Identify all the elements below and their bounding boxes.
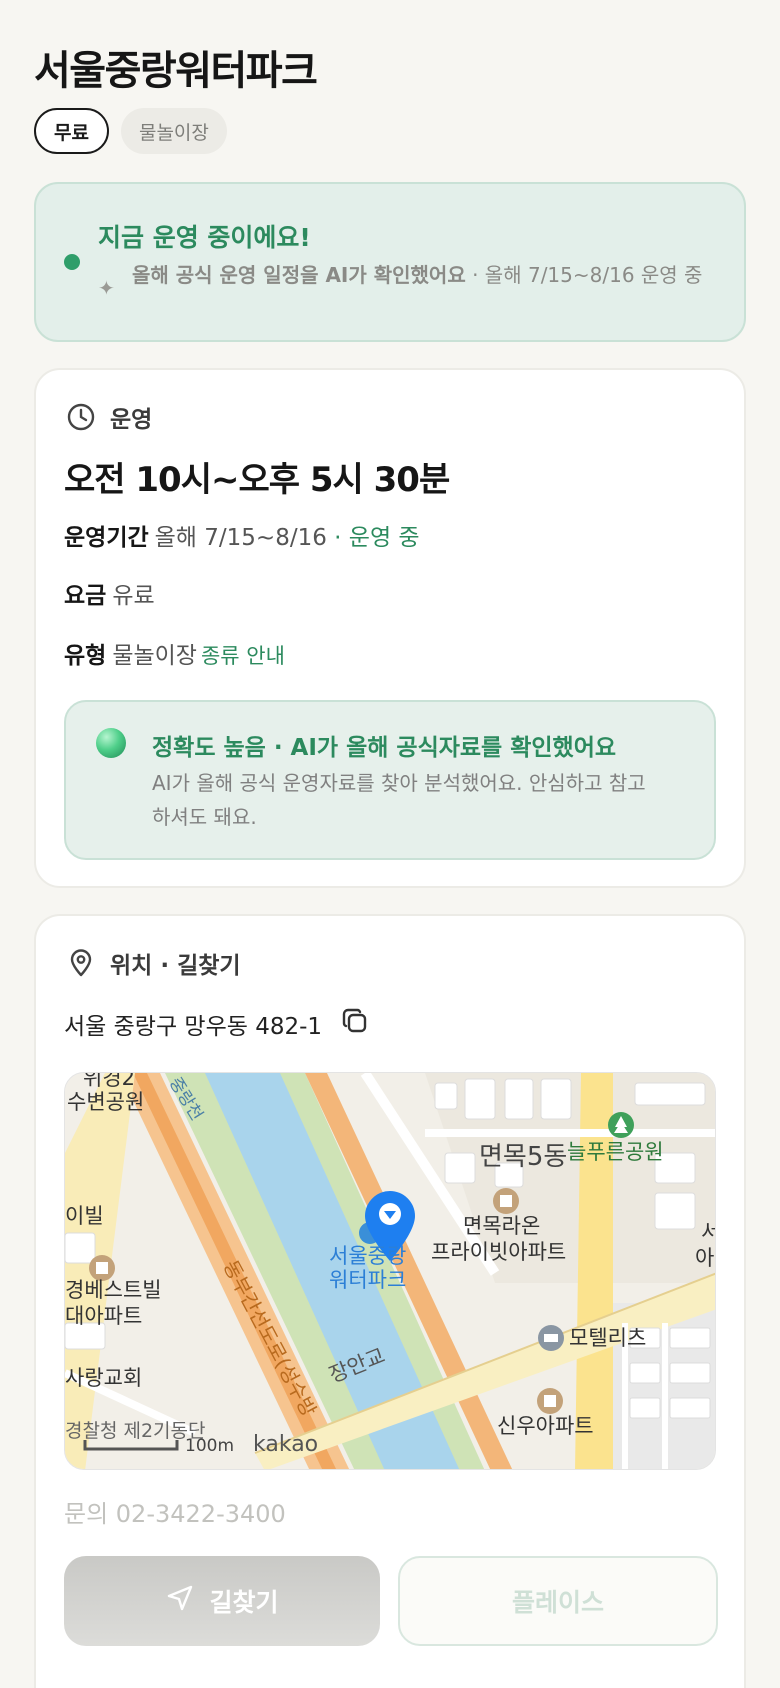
sparkle-icon: ✦ bbox=[98, 276, 115, 300]
location-section-header: 위치 · 길찾기 bbox=[66, 946, 241, 980]
map-canvas[interactable]: 위경2 수변공원 중랑천 면목5동 늘푸른공원 면목라온 프라이빗아파트 서울중… bbox=[65, 1073, 716, 1470]
fee-row: 요금 유료 bbox=[64, 576, 155, 610]
map-label-apt2: 신우아파트 bbox=[497, 1414, 594, 1438]
period-label: 운영기간 bbox=[64, 525, 149, 551]
page-title: 서울중랑워터파크 bbox=[34, 48, 318, 94]
clock-icon bbox=[66, 402, 96, 432]
status-desc-bold: 올해 공식 운영 일정을 AI가 확인했어요 bbox=[132, 263, 466, 287]
phone-number[interactable]: 문의 02-3422-3400 bbox=[64, 1494, 286, 1529]
map-view[interactable]: 위경2 수변공원 중랑천 면목5동 늘푸른공원 면목라온 프라이빗아파트 서울중… bbox=[64, 1072, 716, 1470]
map-label-edge-b: 아 bbox=[695, 1246, 714, 1270]
fee-label: 요금 bbox=[64, 583, 107, 609]
map-pin-icon bbox=[66, 948, 96, 978]
map-label-park-top-left2: 수변공원 bbox=[67, 1090, 144, 1114]
map-label-pin-a: 서울중랑 bbox=[329, 1244, 406, 1268]
motel-icon bbox=[538, 1325, 564, 1351]
status-description: 올해 공식 운영 일정을 AI가 확인했어요 · 올해 7/15~8/16 운영… bbox=[132, 260, 722, 290]
hours-section-header: 운영 bbox=[66, 400, 152, 434]
map-label-left2: 경베스트빌 bbox=[65, 1278, 162, 1302]
hours-section-label: 운영 bbox=[110, 407, 153, 433]
map-brand-logo: kakao bbox=[253, 1432, 318, 1457]
map-label-left1: 이빌 bbox=[65, 1204, 104, 1228]
period-row: 운영기간 올해 7/15~8/16 · 운영 중 bbox=[64, 518, 420, 552]
navigate-button[interactable]: 길찾기 bbox=[64, 1556, 380, 1646]
place-button-label: 플레이스 bbox=[511, 1588, 604, 1617]
map-label-apt1-a: 면목라온 bbox=[463, 1214, 540, 1238]
apartment-icon-3 bbox=[537, 1388, 563, 1414]
address-text: 서울 중랑구 망우동 482-1 bbox=[64, 1014, 323, 1040]
apartment-icon-1 bbox=[493, 1188, 519, 1214]
fee-value: 유료 bbox=[112, 583, 155, 609]
status-card: 지금 운영 중이에요! ✦ 올해 공식 운영 일정을 AI가 확인했어요 · 올… bbox=[34, 182, 746, 342]
chip-free[interactable]: 무료 bbox=[34, 108, 109, 154]
map-label-left4: 사랑교회 bbox=[65, 1366, 142, 1390]
navigate-button-label: 길찾기 bbox=[209, 1588, 279, 1617]
map-label-apt1-b: 프라이빗아파트 bbox=[431, 1240, 566, 1264]
place-detail-page: 서울중랑워터파크 무료 물놀이장 지금 운영 중이에요! ✦ 올해 공식 운영 … bbox=[0, 0, 780, 1688]
map-label-park-top-left: 위경2 bbox=[83, 1073, 135, 1090]
map-label-edge-a: 서 bbox=[701, 1220, 716, 1244]
opening-hours: 오전 10시~오후 5시 30분 bbox=[64, 460, 450, 500]
map-label-area: 면목5동 bbox=[479, 1142, 567, 1172]
accuracy-title: 정확도 높음 · AI가 올해 공식자료를 확인했어요 bbox=[152, 735, 617, 761]
location-section-label: 위치 · 길찾기 bbox=[110, 953, 241, 979]
copy-icon[interactable] bbox=[340, 1006, 370, 1042]
hours-card: 운영 오전 10시~오후 5시 30분 운영기간 올해 7/15~8/16 · 운… bbox=[34, 368, 746, 888]
map-label-park-right: 늘푸른공원 bbox=[567, 1140, 664, 1164]
place-button[interactable]: 플레이스 bbox=[398, 1556, 718, 1646]
chip-water-play[interactable]: 물놀이장 bbox=[120, 108, 227, 154]
status-title: 지금 운영 중이에요! bbox=[98, 223, 311, 252]
type-label: 유형 bbox=[64, 643, 107, 669]
accuracy-box: 정확도 높음 · AI가 올해 공식자료를 확인했어요 AI가 올해 공식 운영… bbox=[64, 700, 716, 860]
map-scale-label: 100m bbox=[185, 1436, 234, 1456]
map-label-pin-b: 워터파크 bbox=[329, 1268, 406, 1292]
map-label-left3: 대아파트 bbox=[65, 1304, 142, 1328]
accuracy-description: AI가 올해 공식 운영자료를 찾아 분석했어요. 안심하고 참고하셔도 돼요. bbox=[152, 771, 646, 829]
type-row: 유형 물놀이장 종류 안내 bbox=[64, 636, 285, 670]
period-status: · 운영 중 bbox=[334, 525, 420, 551]
period-value: 올해 7/15~8/16 bbox=[154, 525, 327, 551]
map-label-motel: 모텔리츠 bbox=[569, 1326, 646, 1350]
location-card: 위치 · 길찾기 서울 중랑구 망우동 482-1 위경2 수변공원 중랑천 면… bbox=[34, 914, 746, 1688]
address-row: 서울 중랑구 망우동 482-1 bbox=[64, 1006, 370, 1042]
navigation-arrow-icon bbox=[165, 1583, 195, 1619]
type-guide-link[interactable]: 종류 안내 bbox=[201, 644, 285, 668]
ai-orb-icon bbox=[96, 728, 126, 758]
status-dot bbox=[64, 254, 80, 270]
status-desc-rest: · 올해 7/15~8/16 운영 중 bbox=[465, 263, 703, 287]
tag-chips: 무료 물놀이장 bbox=[34, 108, 227, 154]
type-value: 물놀이장 bbox=[112, 643, 197, 669]
